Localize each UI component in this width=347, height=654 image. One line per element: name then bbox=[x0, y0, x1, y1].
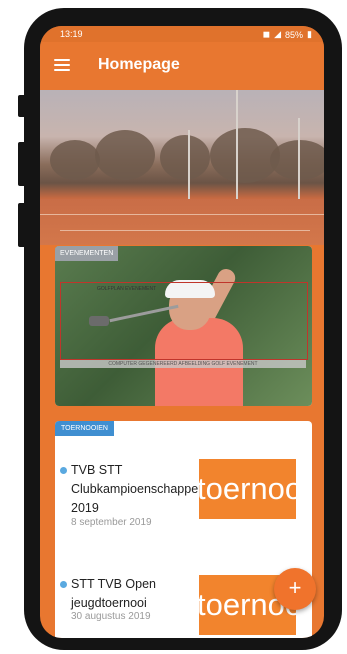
hamburger-menu-icon[interactable] bbox=[54, 59, 70, 71]
page-title: Homepage bbox=[98, 56, 180, 73]
event-banner-frame bbox=[60, 282, 308, 360]
bullet-icon bbox=[60, 581, 67, 588]
tournament-date: 8 september 2019 bbox=[71, 517, 152, 528]
list-item[interactable]: STT TVB Open jeugdtoernooi 30 augustus 2… bbox=[55, 573, 312, 638]
hero-image-tennis-courts bbox=[40, 90, 324, 245]
tournament-thumbnail: toernooi bbox=[199, 459, 296, 519]
status-bar: 13:19 ◼ ◢ 85% ▮ bbox=[40, 26, 324, 42]
status-time: 13:19 bbox=[60, 29, 83, 39]
add-fab-button[interactable]: + bbox=[274, 568, 316, 610]
event-banner-text: GOLFPLAN EVENEMENT bbox=[97, 286, 157, 292]
bullet-icon bbox=[60, 467, 67, 474]
notification-icon: ◼ bbox=[262, 29, 271, 39]
events-tag: EVENEMENTEN bbox=[55, 246, 119, 261]
event-caption-strip: COMPUTER GEGENEREERD AFBEELDING GOLF EVE… bbox=[60, 360, 306, 368]
app-screen: 13:19 ◼ ◢ 85% ▮ Homepage EVENEMENTEN GOL… bbox=[40, 26, 324, 638]
app-bar: Homepage bbox=[40, 42, 324, 90]
tournament-date: 30 augustus 2019 bbox=[71, 611, 151, 622]
battery-percentage: 85% bbox=[285, 29, 304, 40]
signal-icon: ◢ bbox=[274, 29, 282, 39]
tournament-title: TVB STT Clubkampioenschappen 2019 bbox=[71, 463, 206, 515]
status-icons: ◼ ◢ 85% ▮ bbox=[263, 29, 312, 40]
events-card[interactable]: EVENEMENTEN GOLFPLAN EVENEMENT COMPUTER … bbox=[55, 246, 312, 406]
tournaments-tag: TOERNOOIEN bbox=[55, 421, 114, 436]
tournaments-card: TOERNOOIEN TVB STT Clubkampioenschappen … bbox=[55, 421, 312, 638]
tournament-title: STT TVB Open jeugdtoernooi bbox=[71, 577, 156, 610]
battery-icon: ▮ bbox=[307, 29, 312, 39]
list-item[interactable]: TVB STT Clubkampioenschappen 2019 8 sept… bbox=[55, 459, 312, 539]
